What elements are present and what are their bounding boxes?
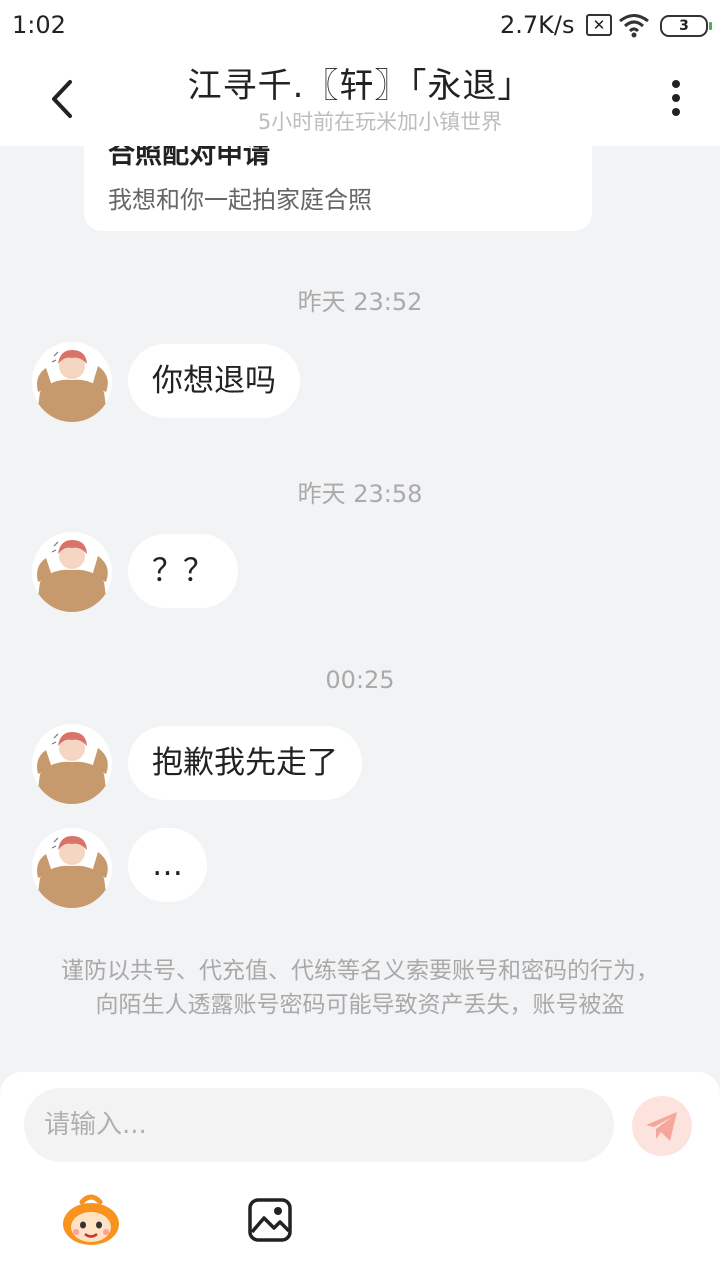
photo-invite-card[interactable]: 合照配对申请 我想和你一起拍家庭合照 <box>84 146 592 231</box>
message-timestamp: 00:25 <box>325 666 395 694</box>
composer-bar <box>0 1072 720 1280</box>
paper-plane-icon <box>646 1112 677 1141</box>
network-speed: 2.7K/s <box>500 11 575 39</box>
message-timestamp: 昨天 23:58 <box>297 480 423 508</box>
status-time: 1:02 <box>12 11 66 39</box>
avatar[interactable] <box>32 342 112 422</box>
image-icon[interactable] <box>246 1196 294 1244</box>
message-bubble[interactable]: 抱歉我先走了 <box>128 726 362 800</box>
message-input[interactable] <box>24 1088 614 1162</box>
message-timestamp: 昨天 23:52 <box>297 288 423 316</box>
avatar[interactable] <box>32 724 112 804</box>
avatar[interactable] <box>32 532 112 612</box>
more-vertical-icon[interactable] <box>668 80 684 120</box>
wifi-icon <box>619 14 649 38</box>
mascot-emoji-icon[interactable] <box>60 1194 122 1246</box>
avatar[interactable] <box>32 828 112 908</box>
security-notice: 谨防以共号、代充值、代练等名义索要账号和密码的行为，向陌生人透露账号密码可能导致… <box>61 958 659 1018</box>
invite-card-description: 我想和你一起拍家庭合照 <box>108 186 372 214</box>
battery-cap <box>709 22 712 30</box>
battery-level: 3 <box>679 18 689 34</box>
contact-name: 江寻千.〖轩〗「永退」 <box>187 66 533 106</box>
message-bubble[interactable]: ？？ <box>128 534 238 608</box>
contact-status: 5小时前在玩米加小镇世界 <box>257 110 503 134</box>
no-sim-icon: ✕ <box>586 14 612 36</box>
send-button[interactable] <box>632 1096 692 1156</box>
message-list[interactable]: 合照配对申请 我想和你一起拍家庭合照 昨天 23:52 你想退吗 昨天 23:5… <box>0 146 720 1072</box>
invite-card-title: 合照配对申请 <box>108 146 270 170</box>
battery-icon: 3 <box>660 15 712 37</box>
message-bubble[interactable]: 你想退吗 <box>128 344 300 418</box>
status-bar: 1:02 2.7K/s ✕ 3 <box>0 0 720 52</box>
chat-header: 江寻千.〖轩〗「永退」 5小时前在玩米加小镇世界 <box>0 52 720 146</box>
message-bubble[interactable]: … <box>128 828 207 902</box>
